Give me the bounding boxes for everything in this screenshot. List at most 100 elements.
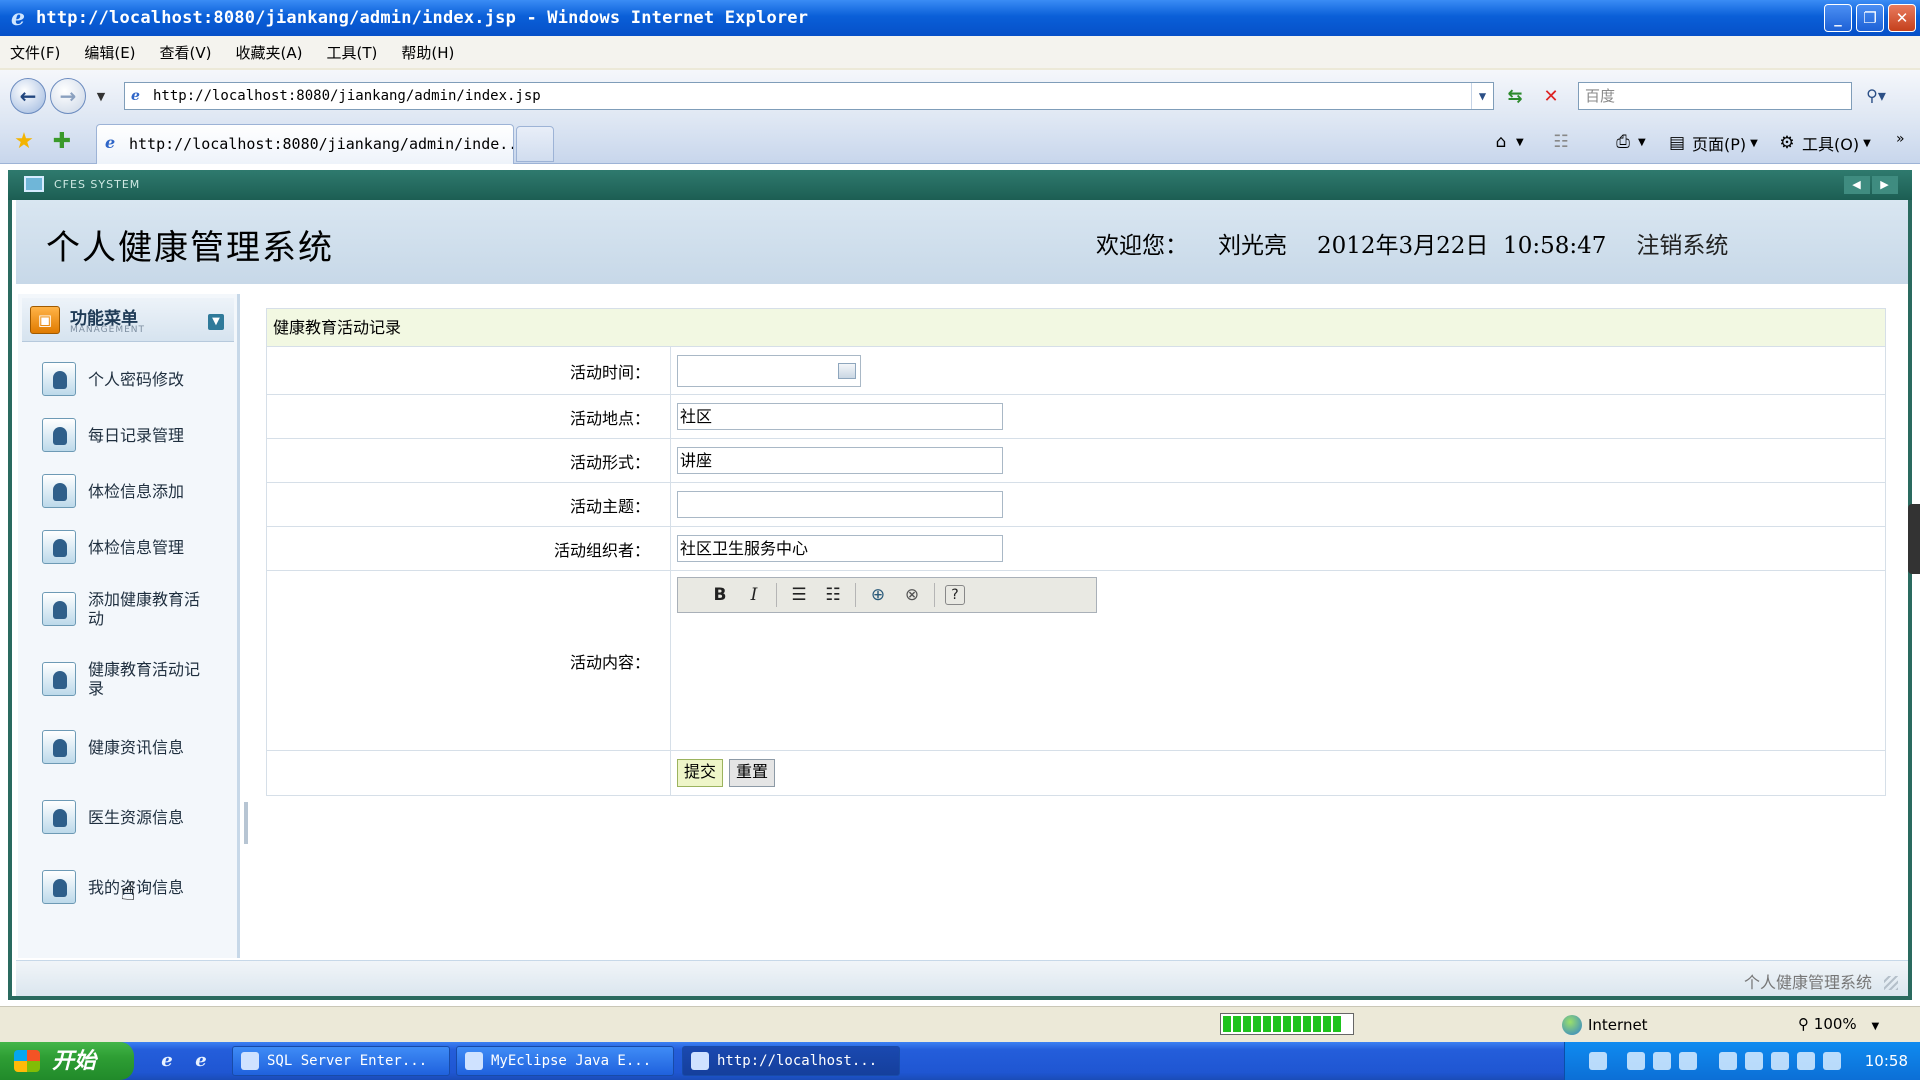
restore-button[interactable]: ❐ — [1856, 4, 1884, 32]
taskbar: 开始 e e SQL Server Enter... MyEclipse Jav… — [0, 1042, 1920, 1080]
calendar-icon[interactable] — [838, 362, 856, 379]
history-dropdown-icon[interactable]: ▼ — [88, 84, 114, 110]
new-tab-button[interactable] — [516, 126, 554, 162]
italic-button[interactable]: I — [742, 583, 766, 607]
security-zone[interactable]: Internet — [1562, 1015, 1648, 1035]
tray-arrow-icon[interactable] — [1627, 1052, 1645, 1070]
activity-organizer-input[interactable]: 社区卫生服务中心 — [677, 535, 1003, 562]
user-icon — [42, 530, 76, 564]
monitor-icon — [24, 176, 44, 192]
start-button[interactable]: 开始 — [0, 1042, 134, 1080]
stop-icon[interactable]: ✕ — [1538, 84, 1564, 110]
add-favorites-icon[interactable]: ✚ — [48, 128, 76, 156]
form-row-place: 活动地点： 社区 — [267, 395, 1885, 439]
quicklaunch-ie-icon[interactable]: e — [156, 1050, 178, 1072]
content-label: 活动内容： — [267, 571, 671, 750]
reset-button[interactable]: 重置 — [729, 759, 776, 787]
sidebar-item-doctors[interactable]: 医生资源信息 — [42, 800, 232, 834]
side-panel-handle[interactable] — [1908, 504, 1920, 574]
task-ie[interactable]: http://localhost... — [682, 1046, 900, 1076]
sidebar-item-daily-records[interactable]: 每日记录管理 — [42, 418, 232, 452]
sidebar-item-health-news[interactable]: 健康资讯信息 — [42, 730, 232, 764]
app-header: 个人健康管理系统 欢迎您： 刘光亮 2012年3月22日 10:58:47 注销… — [16, 200, 1908, 284]
address-dropdown-icon[interactable]: ▼ — [1471, 83, 1493, 109]
quicklaunch-browser-icon[interactable]: e — [190, 1050, 212, 1072]
system-banner: CFES SYSTEM ◀ ▶ — [8, 170, 1912, 200]
submit-button[interactable]: 提交 — [677, 759, 724, 787]
tab-current[interactable]: e http://localhost:8080/jiankang/admin/i… — [96, 124, 514, 164]
logout-link[interactable]: 注销系统 — [1636, 226, 1728, 260]
sidebar-item-password[interactable]: 个人密码修改 — [42, 362, 232, 396]
banner-prev-icon[interactable]: ◀ — [1844, 176, 1870, 194]
favorites-star-icon[interactable]: ★ — [10, 128, 38, 156]
unlink-icon[interactable]: ⊗ — [900, 583, 924, 607]
sidebar-item-add-education[interactable]: 添加健康教育活动 — [42, 590, 232, 628]
sidebar-item-add-checkup[interactable]: 体检信息添加 — [42, 474, 232, 508]
unordered-list-icon[interactable]: ☷ — [821, 583, 845, 607]
user-icon — [42, 362, 76, 396]
task-sql-server[interactable]: SQL Server Enter... — [232, 1046, 450, 1076]
menu-tools[interactable]: 工具(T) — [326, 42, 377, 63]
notes-icon[interactable] — [1745, 1052, 1763, 1070]
resize-grip-icon[interactable] — [1884, 976, 1898, 990]
search-input[interactable]: 百度 — [1578, 82, 1852, 110]
sidebar: ▣ 功能菜单 MANAGEMENT ▼ 个人密码修改 每日记录管理 体检信息添加… — [18, 294, 240, 958]
sidebar-subtitle: MANAGEMENT — [70, 325, 145, 335]
form-row-format: 活动形式： 讲座 — [267, 439, 1885, 483]
link-icon[interactable]: ⊕ — [866, 583, 890, 607]
app-frame: 个人健康管理系统 欢迎您： 刘光亮 2012年3月22日 10:58:47 注销… — [8, 200, 1912, 1000]
banner-next-icon[interactable]: ▶ — [1872, 176, 1898, 194]
refresh-icon[interactable]: ⇆ — [1502, 84, 1528, 110]
zoom-control[interactable]: ⚲ 100% ▼ — [1798, 1015, 1879, 1033]
page-title: 个人健康管理系统 — [46, 228, 334, 268]
gear-icon: ⚙ — [1779, 133, 1795, 153]
sidebar-header: ▣ 功能菜单 MANAGEMENT ▼ — [22, 298, 234, 342]
collapse-icon[interactable]: ▼ — [208, 314, 224, 330]
menu-edit[interactable]: 编辑(E) — [84, 42, 135, 63]
minimize-button[interactable]: _ — [1824, 4, 1852, 32]
forward-button[interactable]: → — [50, 78, 86, 114]
home-button[interactable]: ⌂ ▼ — [1490, 131, 1524, 153]
bold-button[interactable]: B — [708, 583, 732, 607]
chevron-more-icon[interactable]: » — [1896, 131, 1905, 147]
sidebar-item-manage-checkup[interactable]: 体检信息管理 — [42, 530, 232, 564]
keyboard-icon[interactable] — [1589, 1052, 1607, 1070]
clock[interactable]: 10:58 — [1865, 1052, 1908, 1070]
menu-file[interactable]: 文件(F) — [10, 42, 60, 63]
page-menu-button[interactable]: ▤ 页面(P) ▼ — [1666, 131, 1758, 155]
back-button[interactable]: ← — [10, 78, 46, 114]
activity-theme-input[interactable] — [677, 491, 1003, 518]
search-icon[interactable]: ⚲▾ — [1856, 82, 1896, 110]
qq-icon[interactable] — [1679, 1052, 1697, 1070]
print-button[interactable]: ⎙ ▼ — [1612, 131, 1646, 153]
activity-time-input[interactable] — [677, 354, 861, 387]
rich-text-editor[interactable]: B I ☰ ☷ ⊕ ⊗ ? — [671, 571, 1885, 750]
menu-view[interactable]: 查看(V) — [160, 42, 212, 63]
user-icon — [42, 800, 76, 834]
print-icon: ⎙ — [1616, 132, 1630, 152]
monitor-icon[interactable] — [1797, 1052, 1815, 1070]
ordered-list-icon[interactable]: ☰ — [787, 583, 811, 607]
education-record-form: 健康教育活动记录 活动时间： 活动地点： 社区 活动形式： 讲座 活动主题： 活… — [266, 308, 1886, 796]
activity-format-input[interactable]: 讲座 — [677, 447, 1003, 474]
menu-help[interactable]: 帮助(H) — [401, 42, 454, 63]
zoom-dropdown-icon[interactable]: ▼ — [1871, 1021, 1879, 1032]
activity-place-input[interactable]: 社区 — [677, 403, 1003, 430]
help-icon[interactable]: ? — [945, 585, 965, 605]
web-content: CFES SYSTEM ◀ ▶ 个人健康管理系统 欢迎您： 刘光亮 2012年3… — [0, 164, 1920, 1006]
qq-icon[interactable] — [1719, 1052, 1737, 1070]
printer-icon[interactable] — [1771, 1052, 1789, 1070]
task-myeclipse[interactable]: MyEclipse Java E... — [456, 1046, 674, 1076]
sidebar-item-consultations[interactable]: 我的咨询信息 — [42, 870, 232, 904]
sidebar-scrollbar[interactable] — [244, 802, 248, 844]
close-button[interactable]: ✕ — [1888, 4, 1916, 32]
tools-menu-button[interactable]: ⚙ 工具(O) ▼ — [1776, 131, 1870, 155]
feeds-button[interactable]: ☷ — [1550, 131, 1572, 153]
address-bar[interactable]: e http://localhost:8080/jiankang/admin/i… — [124, 82, 1494, 110]
menu-favorites[interactable]: 收藏夹(A) — [236, 42, 303, 63]
zoom-icon: ⚲ — [1798, 1015, 1809, 1033]
security-shield-icon[interactable] — [1823, 1052, 1841, 1070]
network-icon[interactable] — [1653, 1052, 1671, 1070]
sidebar-item-education-records[interactable]: 健康教育活动记录 — [42, 660, 232, 698]
user-icon — [42, 662, 76, 696]
